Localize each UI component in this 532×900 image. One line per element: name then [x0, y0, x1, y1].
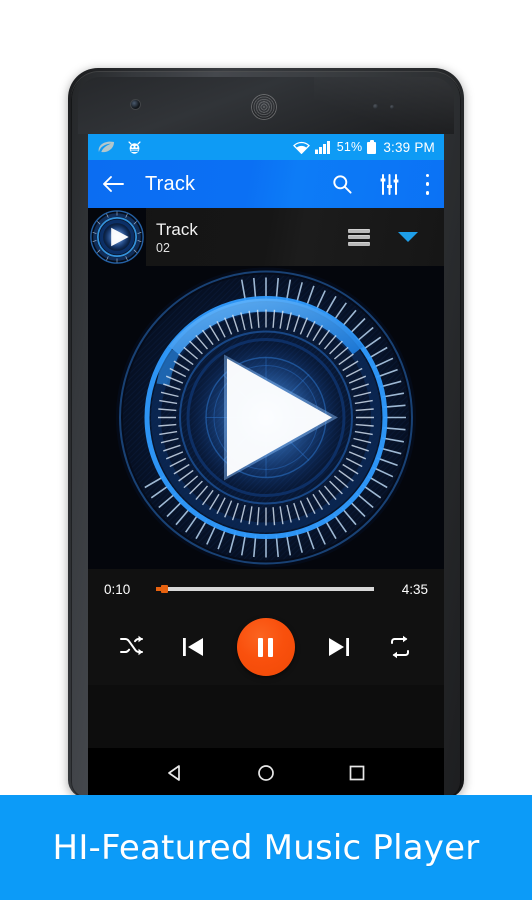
- app-bar-actions: [331, 173, 430, 195]
- equalizer-icon[interactable]: [378, 173, 400, 195]
- now-playing-actions: [348, 228, 444, 246]
- status-bar-clock: 3:39 PM: [383, 139, 435, 155]
- earpiece-speaker-icon: [251, 94, 277, 120]
- overflow-menu-icon[interactable]: [425, 173, 430, 195]
- bug-icon: [127, 140, 142, 155]
- nav-recents-square-icon[interactable]: [342, 758, 372, 788]
- status-bar: 51% 3:39 PM: [88, 134, 444, 160]
- album-artwork-visualizer[interactable]: [88, 266, 444, 569]
- repeat-icon[interactable]: [383, 630, 417, 664]
- phone-screen: 51% 3:39 PM Track Track 02 0:10 4:35: [88, 134, 444, 798]
- skip-next-icon[interactable]: [322, 630, 356, 664]
- now-playing-subtitle: 02: [156, 240, 170, 255]
- seek-slider[interactable]: [156, 585, 374, 593]
- pause-button[interactable]: [236, 618, 295, 676]
- now-playing-title: Track: [156, 219, 198, 239]
- wifi-icon: [292, 141, 310, 154]
- promo-banner: HI-Featured Music Player: [0, 795, 532, 900]
- signal-bars-icon: [314, 140, 332, 154]
- light-sensor-icon: [390, 105, 394, 109]
- now-playing-bar[interactable]: Track 02: [88, 208, 444, 266]
- android-navigation-bar: [88, 748, 444, 798]
- seek-thumb[interactable]: [161, 585, 169, 593]
- skip-previous-icon[interactable]: [176, 630, 210, 664]
- battery-percent-label: 51%: [336, 140, 363, 154]
- front-camera-icon: [131, 100, 140, 109]
- search-icon[interactable]: [331, 173, 353, 195]
- nav-home-circle-icon[interactable]: [251, 758, 281, 788]
- page-title: Track: [145, 172, 196, 195]
- leaf-icon: [98, 141, 115, 153]
- now-playing-text: Track 02: [156, 220, 198, 255]
- phone-device-mockup: 51% 3:39 PM Track Track 02 0:10 4:35: [68, 68, 464, 798]
- seek-bar-row[interactable]: 0:10 4:35: [88, 569, 444, 609]
- current-time-label: 0:10: [104, 581, 131, 597]
- album-art-thumbnail[interactable]: [88, 208, 146, 266]
- total-time-label: 4:35: [401, 581, 428, 597]
- battery-icon: [367, 140, 377, 154]
- status-bar-left-icons: [94, 140, 142, 155]
- proximity-sensor-icon: [373, 104, 378, 109]
- bezel-gloss-highlight: [314, 77, 454, 134]
- back-arrow-icon[interactable]: [100, 171, 126, 197]
- queue-list-icon[interactable]: [348, 228, 370, 246]
- status-bar-right-icons: 51% 3:39 PM: [292, 139, 438, 155]
- pause-icon: [258, 637, 274, 657]
- promo-banner-text: HI-Featured Music Player: [52, 827, 480, 868]
- chevron-down-icon[interactable]: [398, 232, 418, 242]
- app-bar: Track: [88, 160, 444, 208]
- transport-controls: [88, 609, 444, 685]
- shuffle-icon[interactable]: [115, 630, 149, 664]
- nav-back-triangle-icon[interactable]: [160, 758, 190, 788]
